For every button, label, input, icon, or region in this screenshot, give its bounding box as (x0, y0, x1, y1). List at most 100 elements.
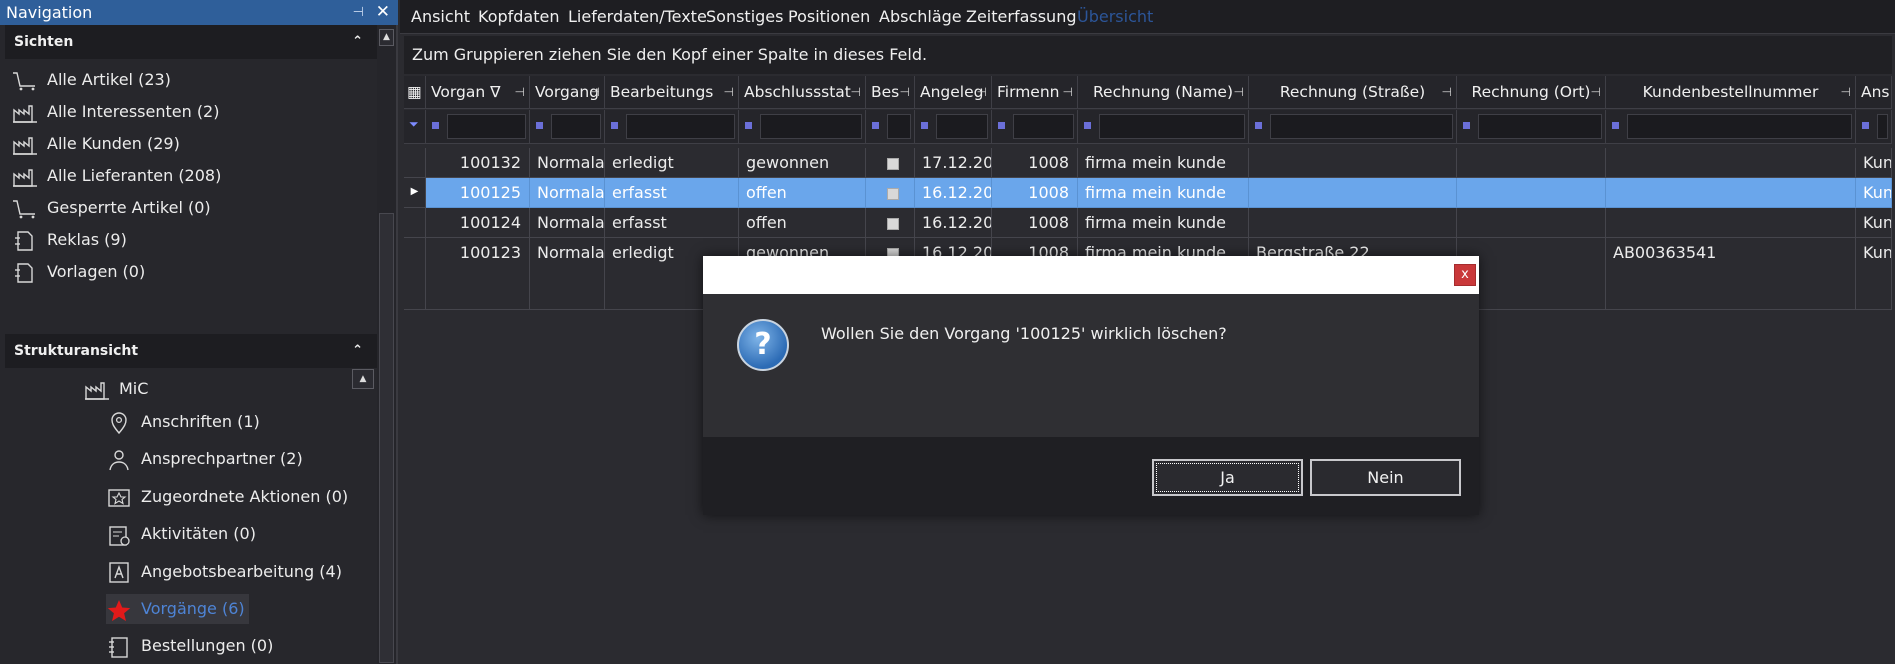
table-cell[interactable]: Kun (1856, 238, 1892, 310)
column-header[interactable]: Vorgan ∇ ⊣ (426, 76, 530, 109)
menu-item[interactable]: Positionen (788, 0, 870, 34)
table-cell[interactable]: erledigt (605, 148, 739, 178)
column-header[interactable]: Rechnung (Ort) ⊣ (1457, 76, 1606, 109)
view-item[interactable]: Alle Interessenten (2) (12, 97, 219, 127)
filter-input[interactable] (887, 114, 911, 139)
pin-icon[interactable]: ⊣ (353, 0, 364, 25)
table-cell[interactable]: offen (739, 178, 866, 208)
filter-cell[interactable] (426, 110, 530, 144)
view-item[interactable]: Reklas (9) (12, 225, 127, 255)
table-cell[interactable] (1606, 148, 1856, 178)
pin-icon[interactable]: ⊣ (977, 76, 987, 108)
filter-cell[interactable] (605, 110, 739, 144)
filter-cell[interactable] (739, 110, 866, 144)
collapse-icon[interactable]: ⌃ (352, 25, 363, 59)
filter-input[interactable] (1478, 114, 1602, 139)
column-header[interactable]: Rechnung (Straße) ⊣ (1249, 76, 1457, 109)
filter-operator-icon[interactable] (432, 122, 439, 129)
pin-icon[interactable]: ⊣ (724, 76, 734, 108)
scroll-up-icon[interactable]: ▲ (379, 29, 394, 46)
table-cell[interactable]: 100124 (426, 208, 530, 238)
table-cell[interactable]: AB00363541 (1606, 238, 1856, 310)
pin-icon[interactable]: ⊣ (1063, 76, 1073, 108)
navigation-scrollbar[interactable]: ▲ (377, 25, 396, 664)
pin-icon[interactable]: ⊣ (851, 76, 861, 108)
table-cell[interactable]: firma mein kunde (1078, 178, 1249, 208)
filter-input[interactable] (551, 114, 601, 139)
table-cell[interactable] (1249, 148, 1457, 178)
menu-item[interactable]: Ansicht (411, 0, 470, 34)
table-cell[interactable]: Normalauf (530, 208, 605, 238)
close-icon[interactable]: ✕ (376, 0, 390, 25)
filter-input[interactable] (1270, 114, 1453, 139)
view-item[interactable]: Vorlagen (0) (12, 257, 145, 287)
scroll-up-button[interactable]: ▲ (352, 369, 374, 389)
filter-cell[interactable] (1249, 110, 1457, 144)
group-by-panel[interactable]: Zum Gruppieren ziehen Sie den Kopf einer… (404, 36, 1892, 74)
tree-item[interactable]: Vorgänge (6) (106, 594, 249, 624)
table-cell[interactable] (1457, 208, 1606, 238)
table-cell[interactable]: Kun (1856, 178, 1892, 208)
checkbox[interactable] (887, 217, 899, 230)
table-cell[interactable] (1249, 208, 1457, 238)
filter-cell[interactable] (530, 110, 605, 144)
collapse-icon[interactable]: ⌃ (352, 334, 363, 368)
table-cell[interactable]: 17.12.202 (915, 148, 992, 178)
table-cell[interactable] (1249, 178, 1457, 208)
table-cell[interactable]: erfasst (605, 178, 739, 208)
filter-operator-icon[interactable] (1084, 122, 1091, 129)
column-header[interactable]: Rechnung (Name) ⊣ (1078, 76, 1249, 109)
table-cell[interactable]: 1008 (992, 178, 1078, 208)
tree-item[interactable]: Bestellungen (0) (106, 631, 273, 661)
table-row[interactable]: 100124Normalauferfasstoffen 16.12.2021008… (404, 208, 1892, 238)
row-indicator[interactable] (404, 208, 426, 238)
filter-input[interactable] (1099, 114, 1245, 139)
pin-icon[interactable]: ⊣ (1234, 76, 1244, 108)
filter-cell[interactable] (1457, 110, 1606, 144)
filter-operator-icon[interactable] (1463, 122, 1470, 129)
pin-icon[interactable]: ⊣ (1591, 76, 1601, 108)
checkbox[interactable] (887, 187, 899, 200)
menu-item[interactable]: Kopfdaten (478, 0, 560, 34)
table-cell[interactable]: Normalauf (530, 238, 605, 310)
filter-input[interactable] (936, 114, 988, 139)
view-item[interactable]: Gesperrte Artikel (0) (12, 193, 211, 223)
table-row[interactable]: 100132Normalauferledigtgewonnen 17.12.202… (404, 148, 1892, 178)
dialog-close-button[interactable]: x (1454, 264, 1476, 286)
menu-item[interactable]: Übersicht (1077, 0, 1153, 34)
filter-cell[interactable] (1078, 110, 1249, 144)
table-row[interactable]: ▶100125Normalauferfasstoffen 16.12.202100… (404, 178, 1892, 208)
filter-cell[interactable] (1606, 110, 1856, 144)
view-item[interactable]: Alle Kunden (29) (12, 129, 180, 159)
column-header[interactable]: Firmenn ⊣ (992, 76, 1078, 109)
table-cell[interactable]: firma mein kunde (1078, 148, 1249, 178)
table-cell[interactable]: 16.12.202 (915, 178, 992, 208)
pin-icon[interactable]: ⊣ (900, 76, 910, 108)
tree-item[interactable]: Anschriften (1) (106, 407, 260, 437)
filter-operator-icon[interactable] (1255, 122, 1262, 129)
menu-item[interactable]: Abschläge (879, 0, 962, 34)
scrollbar-thumb[interactable] (379, 213, 394, 663)
filter-operator-icon[interactable] (1612, 122, 1619, 129)
filter-icon[interactable]: ⏷ (404, 110, 426, 144)
table-cell[interactable]: 16.12.202 (915, 208, 992, 238)
table-cell[interactable]: gewonnen (739, 148, 866, 178)
table-cell[interactable]: offen (739, 208, 866, 238)
row-indicator[interactable] (404, 148, 426, 178)
filter-input[interactable] (1013, 114, 1074, 139)
column-header[interactable]: Kundenbestellnummer ⊣ (1606, 76, 1856, 109)
column-header[interactable]: Bearbeitungs ⊣ (605, 76, 739, 109)
table-cell[interactable]: Kun (1856, 208, 1892, 238)
no-button[interactable]: Nein (1310, 459, 1461, 496)
section-sichten[interactable]: Sichten ⌃ (5, 25, 377, 59)
filter-operator-icon[interactable] (536, 122, 543, 129)
filter-operator-icon[interactable] (998, 122, 1005, 129)
column-header[interactable]: Bes ⊣ (866, 76, 915, 109)
filter-operator-icon[interactable] (872, 122, 879, 129)
tree-root-mic[interactable]: MiC (84, 374, 148, 404)
view-item[interactable]: Alle Artikel (23) (12, 65, 171, 95)
table-cell[interactable] (1606, 178, 1856, 208)
pin-icon[interactable]: ⊣ (515, 76, 525, 108)
table-cell[interactable] (1606, 208, 1856, 238)
table-cell[interactable]: 100132 (426, 148, 530, 178)
